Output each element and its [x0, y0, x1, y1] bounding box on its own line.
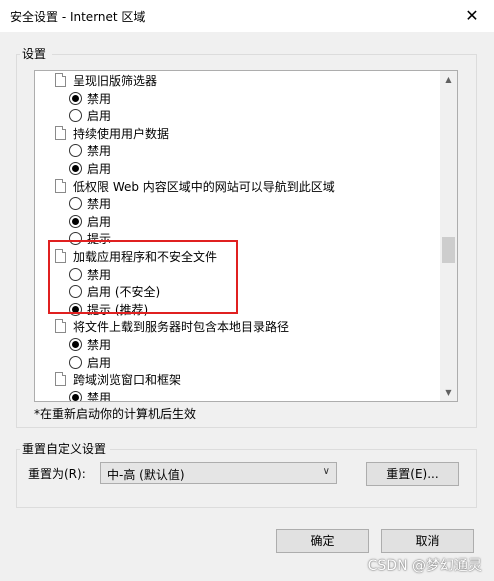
title-bar: 安全设置 - Internet 区域 ✕ — [0, 0, 494, 32]
scrollbar-thumb[interactable] — [442, 236, 455, 263]
reset-level-value: 中-高 (默认值) — [107, 468, 185, 482]
watermark: CSDN @梦幻通灵 — [367, 558, 482, 574]
tree-category: 将文件上载到服务器时包含本地目录路径 — [55, 318, 289, 336]
tree-radio-option[interactable]: 启用 — [69, 107, 111, 125]
scroll-down-icon[interactable]: ▼ — [440, 384, 457, 401]
document-icon — [55, 319, 66, 334]
settings-tree[interactable]: 呈现旧版筛选器 禁用 启用 持续使用用户数据 禁用 启用 低权限 Web 内容区域中的网站可… — [34, 70, 458, 402]
tree-row-label: 禁用 — [87, 390, 112, 401]
scroll-up-icon[interactable]: ▲ — [440, 71, 457, 88]
document-icon — [55, 178, 66, 193]
reset-level-select[interactable]: 中-高 (默认值) ∨ — [100, 462, 337, 484]
tree-row-label: 启用 — [87, 109, 112, 124]
tree-row-label: 禁用 — [87, 197, 112, 212]
tree-radio-option[interactable]: 启用 — [69, 213, 111, 231]
reset-button[interactable]: 重置(E)... — [366, 462, 459, 486]
tree-radio-option[interactable]: 启用 — [69, 354, 111, 372]
tree-category: 呈现旧版筛选器 — [55, 72, 157, 90]
tree-row-label: 启用 — [87, 214, 112, 229]
reset-to-label: 重置为(R): — [28, 467, 86, 481]
tree-row-label: 禁用 — [87, 144, 112, 159]
radio-unchecked-icon[interactable] — [69, 109, 82, 123]
tree-row-label: 禁用 — [87, 91, 112, 106]
window-title: 安全设置 - Internet 区域 — [10, 10, 146, 24]
tree-category: 低权限 Web 内容区域中的网站可以导航到此区域 — [55, 178, 335, 196]
tree-radio-option[interactable]: 启用 — [69, 160, 111, 178]
highlight-box — [48, 240, 238, 314]
tree-category: 持续使用用户数据 — [55, 125, 169, 143]
radio-checked-icon[interactable] — [69, 390, 82, 401]
settings-group-label: 设置 — [22, 47, 47, 61]
tree-row-label: 启用 — [87, 162, 112, 176]
close-icon[interactable]: ✕ — [460, 4, 484, 28]
tree-row-label: 将文件上载到服务器时包含本地目录路径 — [73, 320, 290, 335]
vertical-scrollbar[interactable]: ▲ ▼ — [440, 71, 457, 401]
radio-checked-icon[interactable] — [69, 91, 82, 105]
radio-checked-icon[interactable] — [69, 214, 82, 228]
tree-radio-option[interactable]: 禁用 — [69, 389, 111, 401]
tree-radio-option[interactable]: 禁用 — [69, 90, 111, 108]
settings-tree-content: 呈现旧版筛选器 禁用 启用 持续使用用户数据 禁用 启用 低权限 Web 内容区域中的网站可… — [35, 71, 440, 401]
tree-category: 跨域浏览窗口和框架 — [55, 371, 181, 389]
radio-checked-icon[interactable] — [69, 338, 82, 351]
ok-button[interactable]: 确定 — [276, 529, 369, 553]
radio-checked-icon[interactable] — [69, 162, 82, 175]
tree-row-label: 禁用 — [87, 338, 112, 352]
tree-radio-option[interactable]: 禁用 — [69, 142, 111, 160]
tree-row-label: 启用 — [87, 355, 112, 370]
tree-row-label: 持续使用用户数据 — [73, 126, 170, 141]
document-icon — [55, 372, 66, 387]
document-icon — [55, 73, 66, 87]
reset-group-label: 重置自定义设置 — [22, 442, 107, 456]
radio-unchecked-icon[interactable] — [69, 144, 82, 158]
tree-row-label: 呈现旧版筛选器 — [73, 74, 158, 88]
document-icon — [55, 125, 66, 140]
radio-unchecked-icon[interactable] — [69, 197, 82, 211]
cancel-button[interactable]: 取消 — [381, 529, 474, 553]
tree-radio-option[interactable]: 禁用 — [69, 195, 111, 213]
restart-note: *在重新启动你的计算机后生效 — [34, 407, 197, 421]
tree-row-label: 跨域浏览窗口和框架 — [73, 373, 182, 388]
tree-radio-option[interactable]: 禁用 — [69, 336, 111, 354]
radio-unchecked-icon[interactable] — [69, 355, 82, 369]
tree-row-label: 低权限 Web 内容区域中的网站可以导航到此区域 — [73, 179, 335, 194]
chevron-down-icon: ∨ — [322, 466, 330, 477]
